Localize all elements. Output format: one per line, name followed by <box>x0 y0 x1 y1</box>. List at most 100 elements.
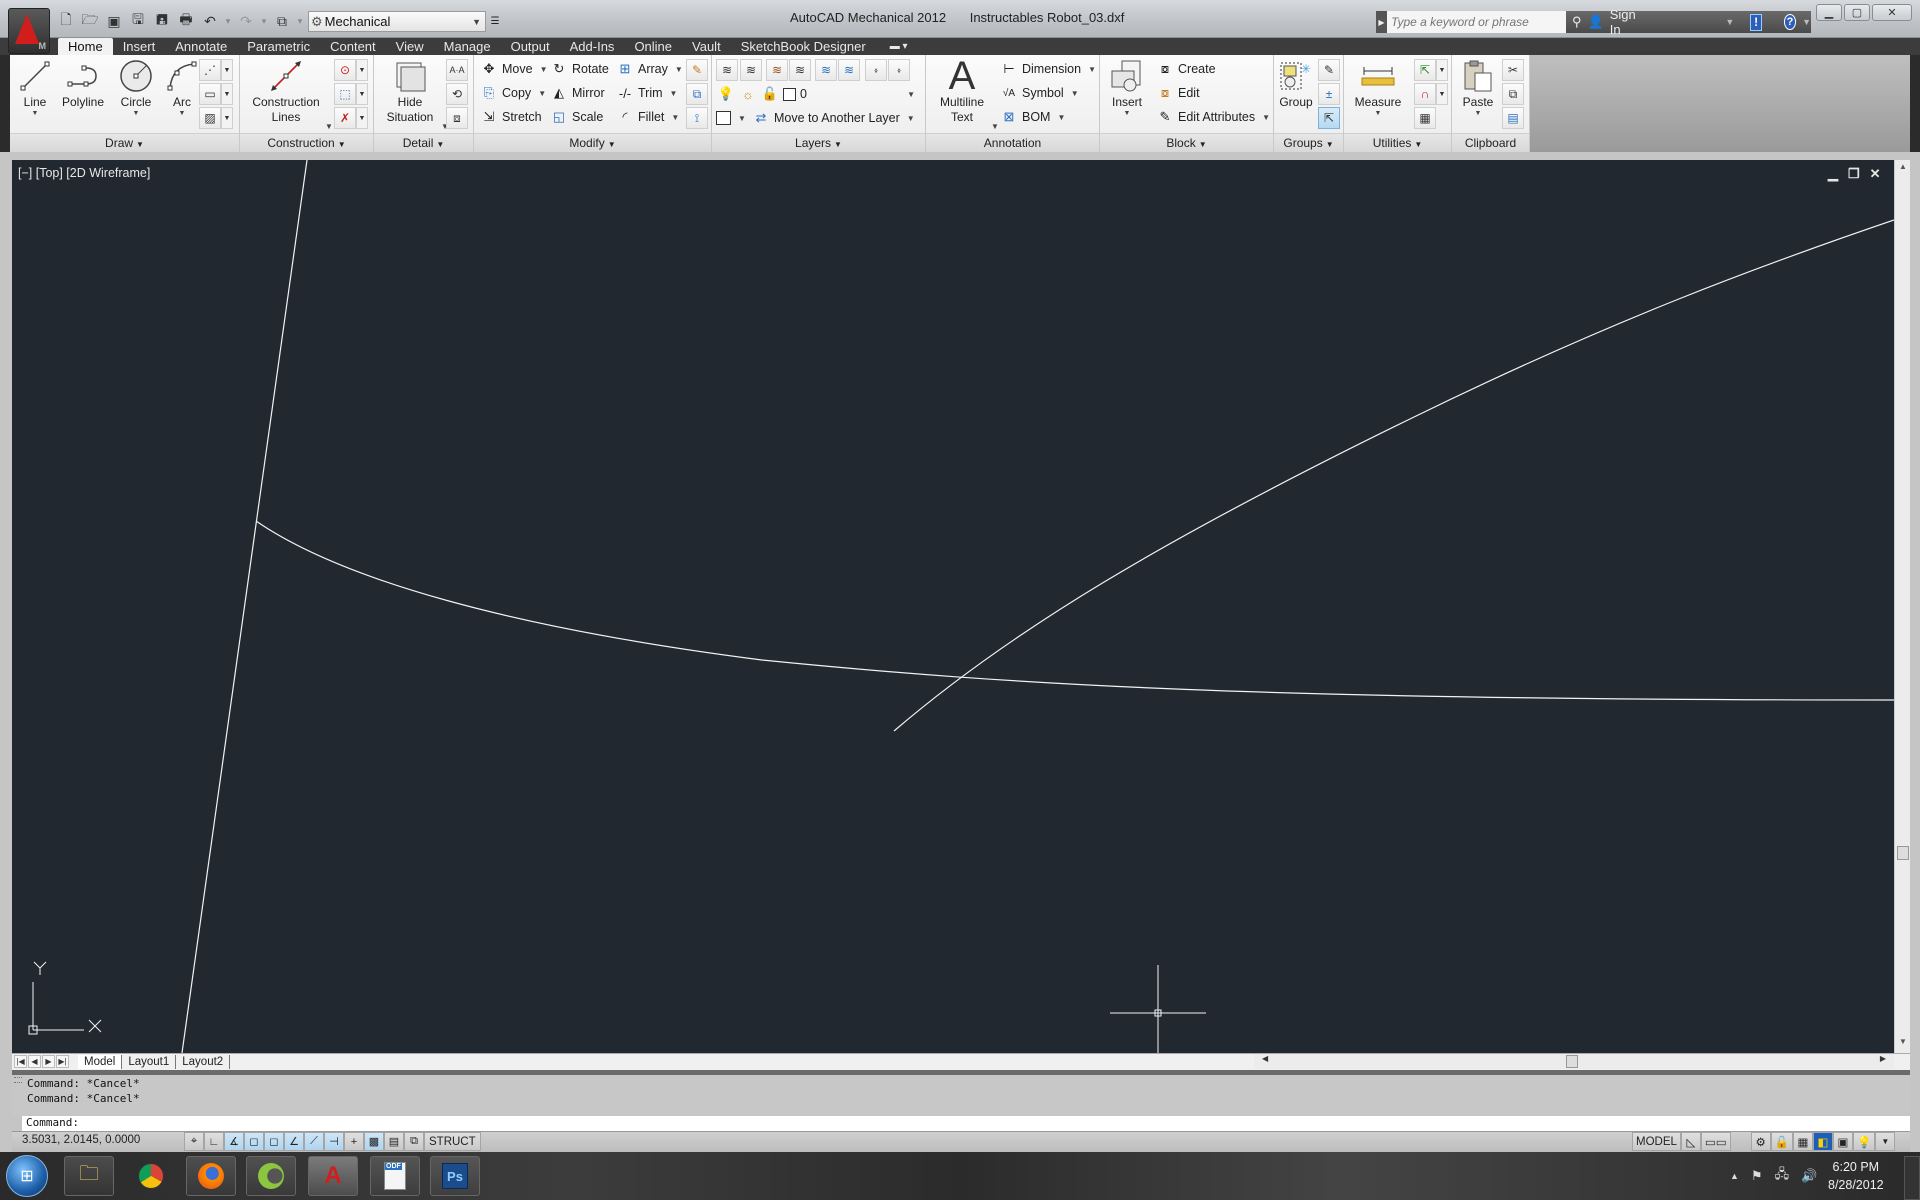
save-as-icon[interactable]: 🖪 <box>152 11 172 31</box>
edit-attributes-button[interactable]: ✎ Edit Attributes ▼ <box>1156 106 1271 128</box>
copy-button[interactable]: ⎘ Copy ▼ <box>480 82 546 104</box>
snap-mode-icon[interactable]: ⌖ <box>184 1132 204 1151</box>
array-button[interactable]: ⊞ Array ▼ <box>616 58 683 80</box>
first-layout-icon[interactable]: |◀ <box>14 1055 27 1068</box>
viewport-controls-label[interactable]: [−] [Top] [2D Wireframe] <box>18 166 150 180</box>
offset-icon[interactable]: ⟟ <box>686 107 708 129</box>
quick-select-dropdown-icon[interactable]: ▼ <box>1436 59 1448 81</box>
viewport-restore-icon[interactable]: ❐ <box>1848 166 1860 182</box>
taskbar-explorer[interactable]: 🗀 <box>64 1156 114 1196</box>
measure-button[interactable]: Measure ▼ <box>1350 59 1406 118</box>
group-edit-icon[interactable]: ✎ <box>1318 59 1340 81</box>
next-layout-icon[interactable]: ▶ <box>42 1055 55 1068</box>
rectangle-icon[interactable]: ▭ <box>199 83 221 105</box>
struct-toggle[interactable]: STRUCT <box>424 1132 481 1151</box>
snap-dropdown-icon[interactable]: ▼ <box>1436 83 1448 105</box>
text-edit-icon[interactable]: A·A <box>446 59 468 81</box>
save-icon[interactable]: 🖫 <box>128 11 148 31</box>
insert-block-button[interactable]: Insert ▼ <box>1106 59 1148 118</box>
group-selection-icon[interactable]: ⇱ <box>1318 107 1340 129</box>
tab-annotate[interactable]: Annotate <box>165 38 237 55</box>
coordinate-readout[interactable]: 3.5031, 2.0145, 0.0000 <box>22 1134 140 1146</box>
sign-in-dropdown-icon[interactable]: ▼ <box>1725 17 1734 27</box>
redo-dropdown-icon[interactable]: ▾ <box>260 16 268 27</box>
fillet-button[interactable]: ◜ Fillet ▼ <box>616 106 679 128</box>
ortho-mode-icon[interactable]: ∡ <box>224 1132 244 1151</box>
tab-parametric[interactable]: Parametric <box>237 38 320 55</box>
isolate-objects-icon[interactable]: ◧ <box>1812 1132 1833 1151</box>
hardware-acceleration-icon[interactable]: ▦ <box>1792 1132 1813 1151</box>
object-snap-tracking-icon[interactable]: ⟋ <box>304 1132 324 1151</box>
action-center-flag-icon[interactable]: ⚑ <box>1751 1168 1763 1184</box>
workspace-switch-icon[interactable]: ⧉ <box>272 11 292 31</box>
move-to-another-layer-button[interactable]: ⇄ Move to Another Layer ▼ <box>752 107 915 129</box>
bom-button[interactable]: ⊠ BOM ▼ <box>1000 106 1066 128</box>
panel-title-detail[interactable]: Detail ▼ <box>374 133 473 152</box>
tab-insert[interactable]: Insert <box>113 38 166 55</box>
stretch-button[interactable]: ⇲ Stretch <box>480 106 542 128</box>
taskbar-camtasia[interactable] <box>246 1156 296 1196</box>
object-snap-icon[interactable]: ◻ <box>264 1132 284 1151</box>
rotate-button[interactable]: ↻ Rotate <box>550 58 609 80</box>
tab-view[interactable]: View <box>386 38 434 55</box>
group-button[interactable]: ✳ Group <box>1276 59 1316 110</box>
trim-button[interactable]: -/- Trim ▼ <box>616 82 678 104</box>
symbol-button[interactable]: √A Symbol ▼ <box>1000 82 1079 104</box>
hide-situation-button[interactable]: Hide Situation <box>380 59 440 125</box>
help-icon[interactable]: ? <box>1783 14 1797 30</box>
delete-construction-dropdown-icon[interactable]: ▼ <box>356 107 368 129</box>
model-space-toggle[interactable]: MODEL <box>1632 1132 1681 1151</box>
panel-title-layers[interactable]: Layers ▼ <box>712 133 925 152</box>
lineweight-icon[interactable]: ▩ <box>364 1132 384 1151</box>
command-input[interactable]: Command: <box>22 1116 1910 1131</box>
panel-title-draw[interactable]: Draw ▼ <box>10 133 239 152</box>
clean-screen-lock-icon[interactable]: ▣ <box>1832 1132 1853 1151</box>
workspace-select[interactable]: ⚙ Mechanical ▼ <box>308 11 486 32</box>
redo-icon[interactable]: ↷ <box>236 11 256 31</box>
new-icon[interactable]: 🗋 <box>56 11 76 31</box>
binoculars-icon[interactable]: ⚲ <box>1572 14 1582 30</box>
multiline-text-button[interactable]: A Multiline Text <box>934 56 990 125</box>
show-hidden-icons-icon[interactable]: ▲ <box>1730 1171 1739 1181</box>
prev-layout-icon[interactable]: ◀ <box>28 1055 41 1068</box>
status-menu-dropdown-icon[interactable]: ▼ <box>1875 1132 1896 1151</box>
3d-object-snap-icon[interactable]: ∠ <box>284 1132 304 1151</box>
viewport-close-icon[interactable]: ✕ <box>1870 166 1881 182</box>
save-to-vault-icon[interactable]: ▣ <box>104 11 124 31</box>
layout-tab-model[interactable]: Model <box>78 1055 123 1069</box>
plot-icon[interactable]: 🖶 <box>176 11 196 31</box>
match-properties-icon[interactable]: ▤ <box>1502 107 1524 129</box>
sign-in-button[interactable]: Sign In <box>1610 7 1640 37</box>
tab-vault[interactable]: Vault <box>682 38 731 55</box>
panel-title-utilities[interactable]: Utilities ▼ <box>1344 133 1451 152</box>
panel-title-groups[interactable]: Groups ▼ <box>1274 133 1343 152</box>
system-clock[interactable]: 6:20 PM 8/28/2012 <box>1828 1158 1884 1194</box>
taskbar-chrome[interactable] <box>126 1156 176 1196</box>
layer-match-icon[interactable]: ≋ <box>766 59 788 81</box>
tab-content[interactable]: Content <box>320 38 386 55</box>
minimize-button[interactable]: ▁ <box>1816 4 1842 21</box>
layer-previous-icon[interactable]: ≋ <box>789 59 811 81</box>
paste-button[interactable]: Paste ▼ <box>1456 59 1500 118</box>
open-icon[interactable]: 🗁 <box>80 11 100 31</box>
workspace-switch-dropdown-icon[interactable]: ▾ <box>296 16 304 27</box>
quick-select-icon[interactable]: ⇱ <box>1414 59 1436 81</box>
panel-title-block[interactable]: Block ▼ <box>1100 133 1273 152</box>
cut-icon[interactable]: ✂ <box>1502 59 1524 81</box>
taskbar-photoshop[interactable]: Ps <box>430 1156 480 1196</box>
toolbar-lock-icon[interactable]: 🔓 <box>1770 1132 1793 1151</box>
quick-view-drawings-icon[interactable]: ▭▭ <box>1700 1132 1731 1151</box>
undo-dropdown-icon[interactable]: ▾ <box>224 16 232 27</box>
horizontal-scrollbar[interactable]: ◀ ▶ <box>1254 1054 1894 1069</box>
tab-output[interactable]: Output <box>501 38 560 55</box>
polyline-button[interactable]: Polyline <box>58 59 108 110</box>
application-menu-button[interactable]: M <box>8 8 50 54</box>
horizontal-scroll-thumb[interactable] <box>1566 1055 1578 1068</box>
mirror-button[interactable]: ◭ Mirror <box>550 82 605 104</box>
calculator-icon[interactable]: ▦ <box>1414 107 1436 129</box>
tab-manage[interactable]: Manage <box>434 38 501 55</box>
layer-color-select[interactable]: ▼ <box>716 107 746 129</box>
ribbon-minimize-toggle-icon[interactable]: ▬ ▾ <box>876 38 918 55</box>
taskbar-firefox[interactable] <box>186 1156 236 1196</box>
layer-freeze-icon[interactable]: ⬫ <box>865 59 887 81</box>
